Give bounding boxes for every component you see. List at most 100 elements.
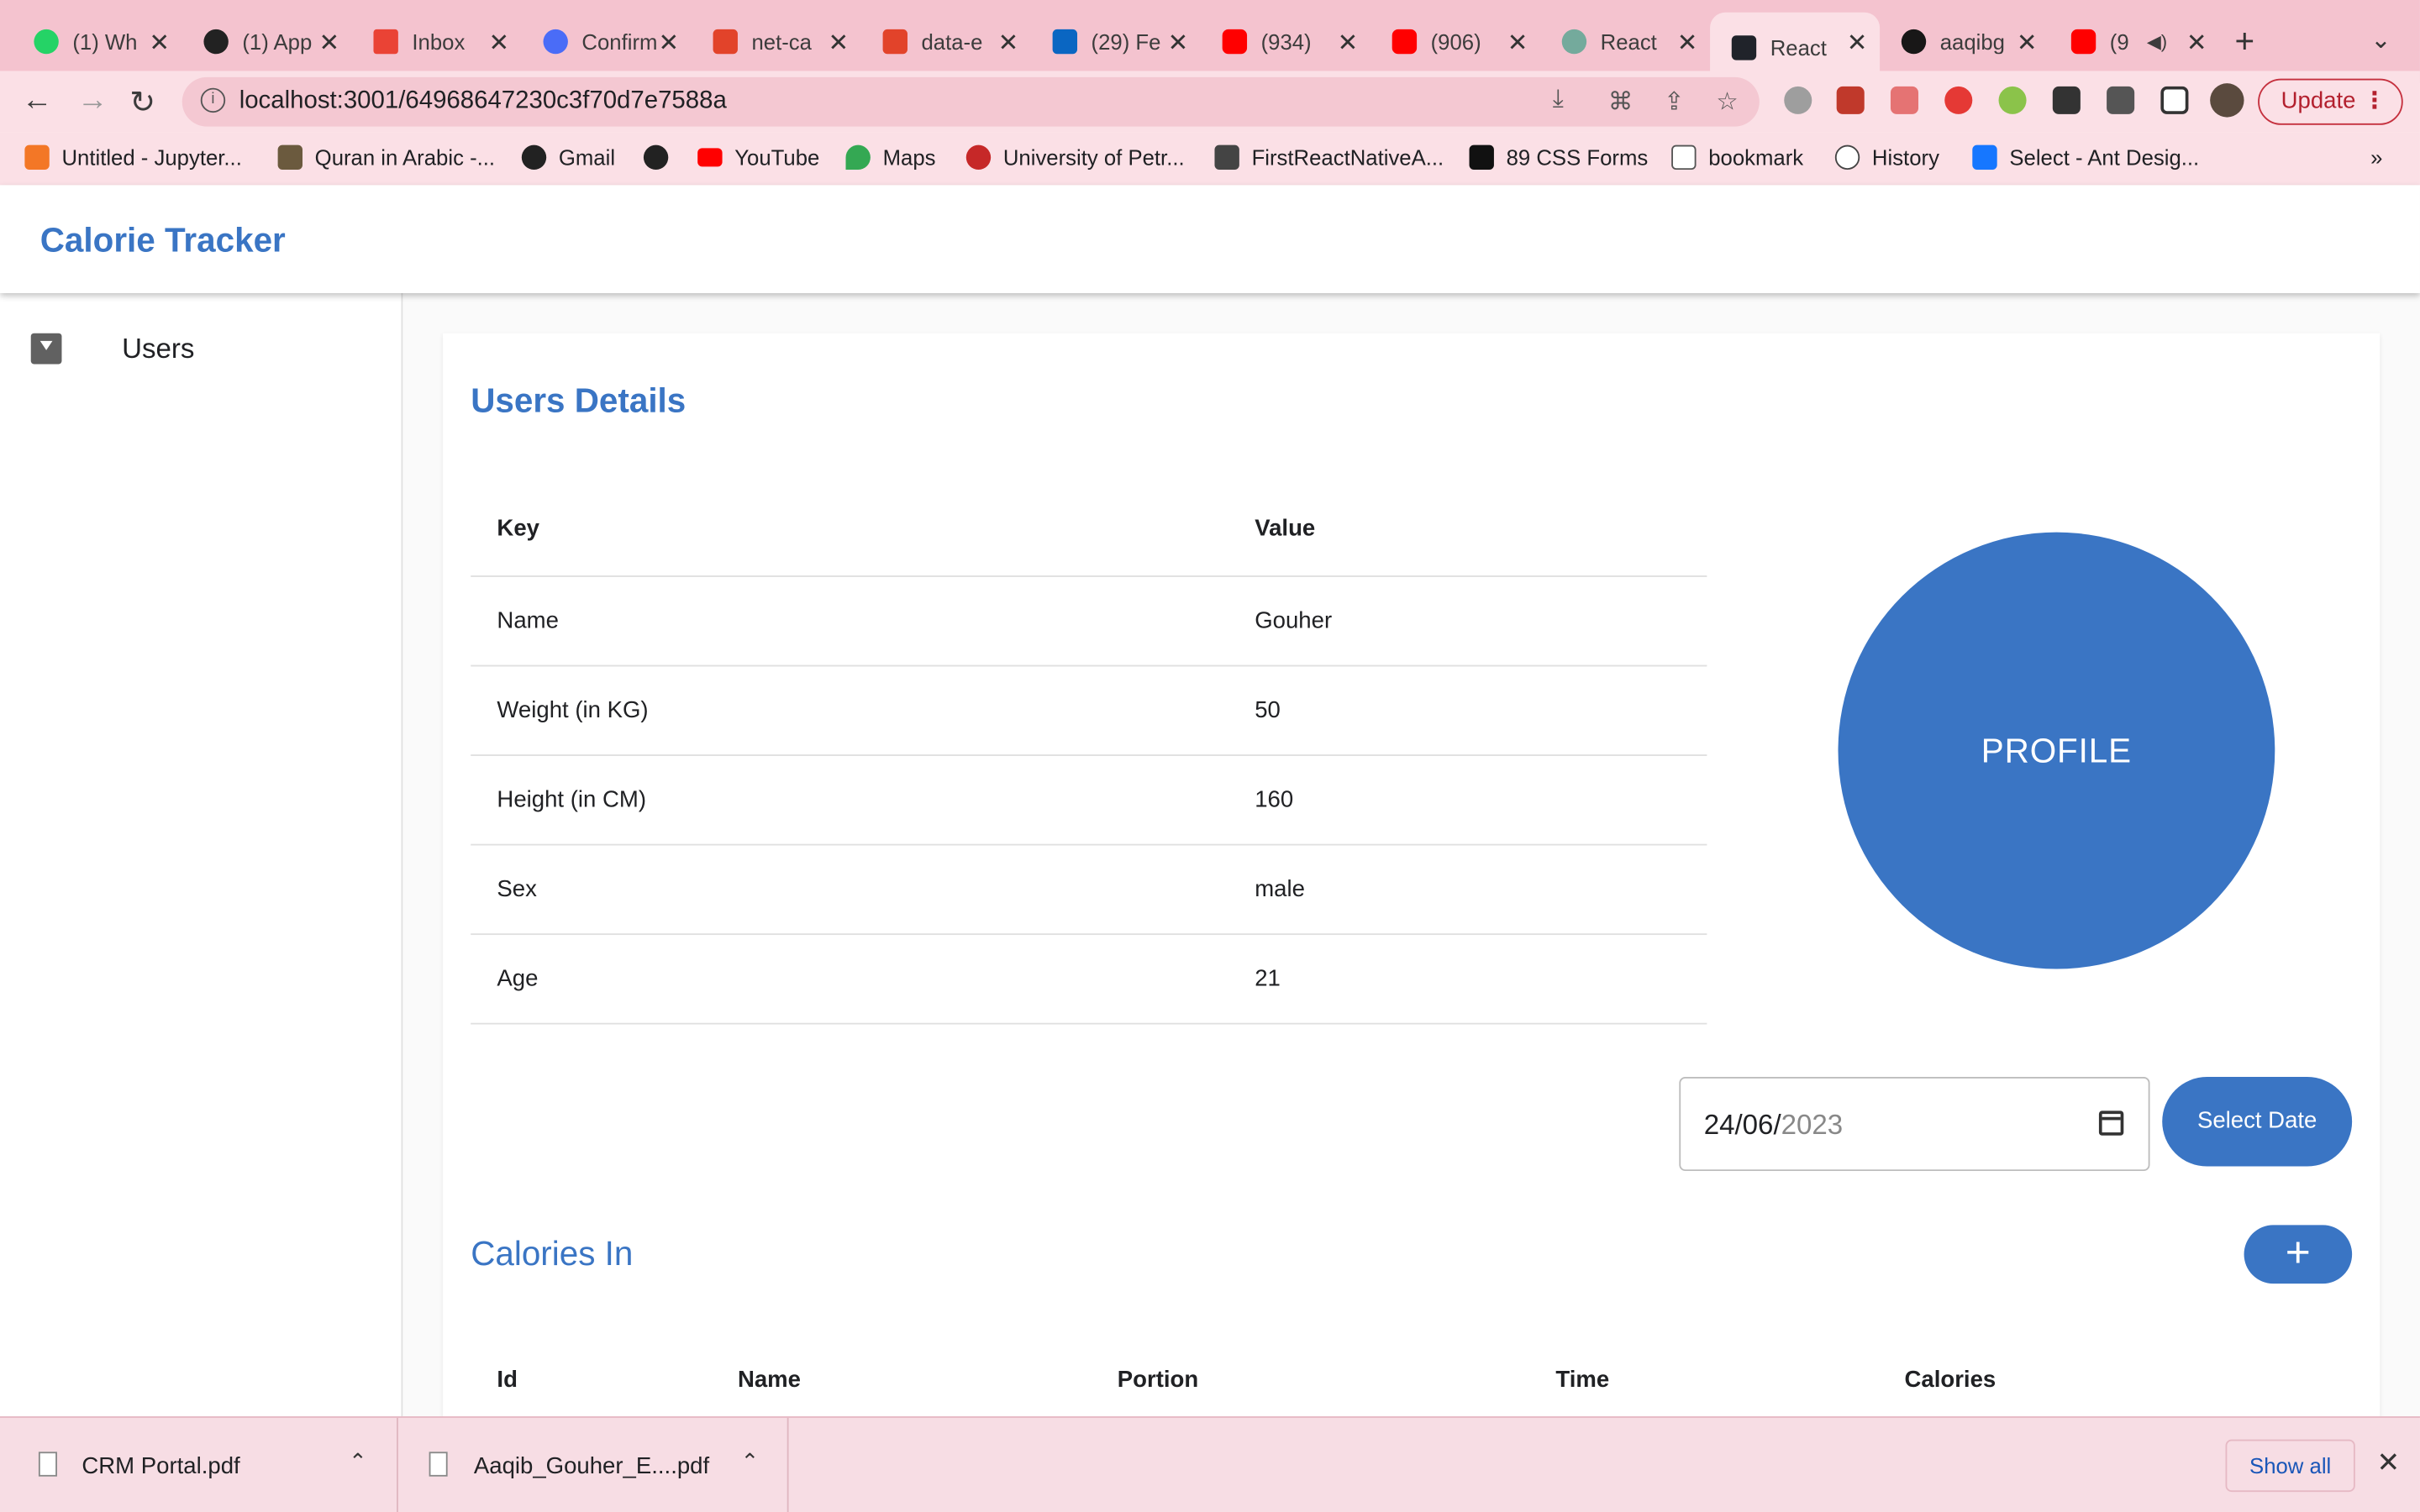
forward-arrow-icon[interactable]: → — [77, 83, 108, 118]
extension-screenshot-icon[interactable] — [1890, 86, 1919, 114]
browser-tab[interactable]: (29) Fe ✕ — [1031, 18, 1201, 65]
chevron-up-icon[interactable]: ⌃ — [349, 1449, 367, 1475]
bookmark-item[interactable]: Select - Ant Desig... — [1972, 144, 2199, 171]
bookmark-label: Untitled - Jupyter... — [61, 144, 242, 171]
avatar[interactable] — [2210, 83, 2244, 118]
bookmark-label: bookmark — [1708, 144, 1804, 171]
bookmark-item[interactable]: Untitled - Jupyter... — [24, 144, 242, 171]
chatgpt-icon — [1561, 29, 1587, 55]
bookmark-item[interactable]: FirstReactNativeA... — [1214, 144, 1444, 171]
bookmark-item[interactable]: 89 CSS Forms — [1469, 144, 1649, 171]
site-info-icon[interactable]: i — [200, 87, 226, 113]
side-panel-icon[interactable] — [2160, 86, 2189, 114]
extensions-puzzle-icon[interactable] — [2052, 86, 2081, 114]
column-header-name: Name — [737, 1367, 801, 1394]
share-icon[interactable]: ⇪ — [1664, 87, 1685, 118]
extension-icon[interactable] — [1998, 86, 2027, 114]
row-value: Gouher — [1255, 607, 1333, 634]
sidebar-item-label: Users — [122, 333, 195, 365]
close-icon[interactable]: ✕ — [318, 28, 339, 59]
close-icon[interactable]: ✕ — [2377, 1447, 2401, 1480]
close-icon[interactable]: ✕ — [1507, 28, 1528, 59]
add-calorie-button[interactable]: + — [2244, 1225, 2353, 1284]
youtube-icon — [697, 148, 723, 167]
browser-tab[interactable]: (934) ✕ — [1201, 18, 1370, 65]
new-tab-icon[interactable]: + — [2235, 22, 2255, 62]
bookmark-item[interactable]: YouTube — [697, 145, 819, 170]
calories-in-title: Calories In — [471, 1234, 634, 1273]
close-icon[interactable]: ✕ — [2017, 28, 2038, 59]
youtube-icon — [1222, 29, 1248, 55]
chevron-up-icon[interactable]: ⌃ — [741, 1449, 760, 1475]
linkedin-icon — [1052, 29, 1078, 55]
browser-tab[interactable]: aaqibg ✕ — [1880, 18, 2049, 65]
browser-tab[interactable]: (9 ◀) ✕ — [2049, 18, 2219, 65]
close-icon[interactable]: ✕ — [829, 28, 850, 59]
bookmark-item[interactable] — [643, 144, 681, 171]
select-date-button[interactable]: Select Date — [2162, 1077, 2353, 1167]
table-row: Sex male — [471, 846, 1707, 936]
install-icon[interactable]: ⤓ — [1553, 87, 1564, 114]
browser-tab[interactable]: (1) Wh ✕ — [13, 18, 182, 65]
browser-tab[interactable]: (1) App ✕ — [182, 18, 352, 65]
gmail-icon — [373, 29, 398, 55]
close-icon[interactable]: ✕ — [2186, 28, 2207, 59]
extension-adblock-icon[interactable] — [1944, 86, 1973, 114]
university-icon — [965, 144, 992, 171]
bookmark-label: 89 CSS Forms — [1506, 144, 1649, 171]
show-all-button[interactable]: Show all — [2225, 1439, 2355, 1493]
download-item[interactable]: CRM Portal.pdf ⌃ — [0, 1417, 398, 1512]
translate-icon[interactable]: ⌘ — [1608, 87, 1633, 118]
whatsapp-icon — [34, 29, 59, 55]
browser-tab[interactable]: Confirm ✕ — [522, 18, 692, 65]
bookmark-item[interactable]: History — [1834, 144, 1939, 171]
url-text[interactable]: localhost:3001/64968647230c3f70d7e7588a — [239, 88, 727, 116]
column-header-key: Key — [497, 515, 539, 542]
bookmark-item[interactable]: Gmail — [521, 144, 615, 171]
browser-tab[interactable]: (906) ✕ — [1370, 18, 1540, 65]
column-header-id: Id — [497, 1367, 518, 1394]
inbox-icon — [30, 333, 62, 365]
bookmark-folder[interactable]: bookmark — [1671, 144, 1804, 171]
download-item[interactable]: Aaqib_Gouher_E....pdf ⌃ — [398, 1417, 789, 1512]
bookmark-item[interactable]: Quran in Arabic -... — [277, 144, 495, 171]
calendar-icon[interactable] — [2098, 1110, 2124, 1136]
update-button[interactable]: Update ⋮ — [2258, 78, 2403, 125]
row-key: Age — [497, 965, 539, 992]
user-details-table: Key Value Name Gouher Weight (in KG) 50 … — [471, 485, 1707, 1025]
close-icon[interactable]: ✕ — [1677, 28, 1698, 59]
close-icon[interactable]: ✕ — [1847, 28, 1868, 59]
row-value: 50 — [1255, 697, 1281, 724]
close-icon[interactable]: ✕ — [659, 28, 680, 59]
bookmark-item[interactable]: University of Petr... — [965, 144, 1185, 171]
bookmark-label: History — [1871, 144, 1939, 171]
update-label: Update — [2281, 87, 2356, 114]
bookmark-item[interactable]: Maps — [845, 144, 935, 171]
sidebar-item-users[interactable]: Users — [0, 312, 402, 386]
close-icon[interactable]: ✕ — [1338, 28, 1359, 59]
browser-tab[interactable]: data-e ✕ — [861, 18, 1031, 65]
bookmark-star-icon[interactable]: ☆ — [1716, 87, 1738, 118]
reload-icon[interactable]: ↻ — [129, 83, 155, 122]
browser-tab[interactable]: Inbox ✕ — [352, 18, 522, 65]
youtube-icon — [1392, 29, 1418, 55]
date-input[interactable]: 24/06/2023 — [1679, 1077, 2150, 1172]
extension-globe-icon[interactable] — [1784, 86, 1812, 114]
youtube-icon — [2070, 29, 2096, 55]
media-control-icon[interactable] — [2107, 86, 2135, 114]
close-icon[interactable]: ✕ — [149, 28, 170, 59]
close-icon[interactable]: ✕ — [1168, 28, 1189, 59]
close-icon[interactable]: ✕ — [488, 28, 509, 59]
extension-icon[interactable] — [1836, 86, 1865, 114]
close-icon[interactable]: ✕ — [998, 28, 1019, 59]
browser-tab[interactable]: React ✕ — [1540, 18, 1710, 65]
tab-search-chevron-icon[interactable]: ⌄ — [2370, 24, 2391, 55]
browser-tab[interactable]: net-ca ✕ — [692, 18, 861, 65]
address-bar[interactable]: i localhost:3001/64968647230c3f70d7e7588… — [182, 76, 1760, 127]
table-header-row: Key Value — [471, 485, 1707, 577]
column-header-portion: Portion — [1117, 1367, 1199, 1394]
bookmarks-overflow-icon[interactable]: » — [2370, 145, 2382, 170]
calories-table-header: Id Name Portion Time Calories — [471, 1352, 2352, 1413]
row-value: 21 — [1255, 965, 1281, 992]
back-arrow-icon[interactable]: ← — [22, 83, 53, 118]
